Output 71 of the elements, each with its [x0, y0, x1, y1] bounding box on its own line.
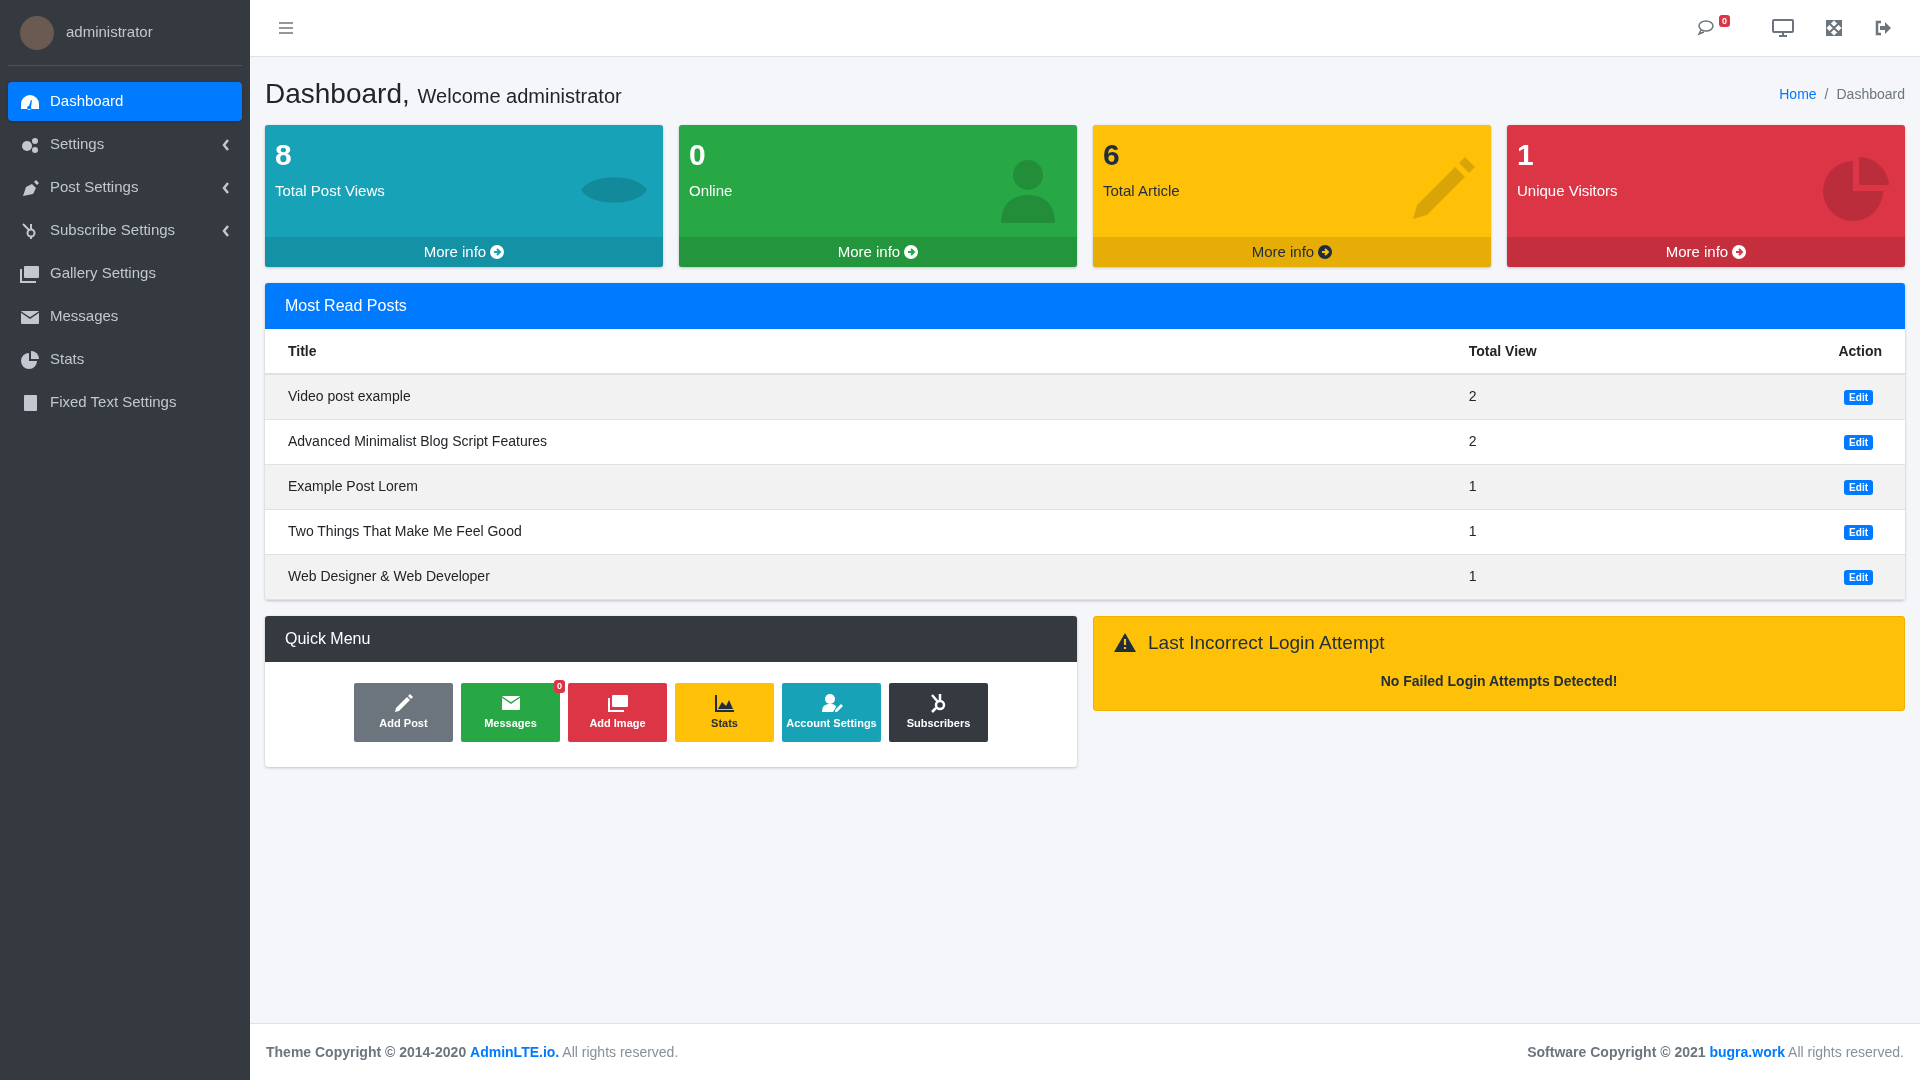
- pie-chart-icon: [20, 350, 40, 369]
- post-title-cell: Two Things That Make Me Feel Good: [265, 509, 1446, 554]
- images-icon: [20, 264, 40, 283]
- stat-value: 8: [275, 137, 292, 173]
- stat-label: Total Post Views: [275, 181, 385, 201]
- images-icon: [606, 692, 629, 713]
- arrow-circle-icon: [1318, 244, 1333, 259]
- breadcrumb-link[interactable]: Home: [1779, 83, 1817, 105]
- quick-menu-button[interactable]: Account Settings: [782, 682, 881, 742]
- more-info-link[interactable]: More info: [265, 236, 663, 267]
- edit-button[interactable]: Edit: [1844, 435, 1873, 450]
- warning-icon: [1114, 633, 1136, 653]
- stat-value: 0: [689, 137, 706, 173]
- sidebar-item[interactable]: Subscribe Settings: [8, 211, 242, 250]
- view-count-cell: 1: [1445, 509, 1703, 554]
- stat-label: Online: [689, 181, 733, 201]
- post-title-cell: Web Designer & Web Developer: [265, 554, 1446, 599]
- more-info-link[interactable]: More info: [1507, 236, 1905, 267]
- post-title-cell: Advanced Minimalist Blog Script Features: [265, 419, 1446, 464]
- stat-label: Unique Visitors: [1517, 181, 1618, 201]
- view-count-cell: 1: [1445, 554, 1703, 599]
- more-info-link[interactable]: More info: [679, 236, 1077, 267]
- more-info-link[interactable]: More info: [1093, 236, 1491, 267]
- stat-value: 1: [1517, 137, 1534, 173]
- gauge-icon: [20, 92, 40, 111]
- arrow-circle-icon: [490, 244, 505, 259]
- edit-button[interactable]: Edit: [1844, 570, 1873, 585]
- area-chart-icon: [713, 692, 736, 713]
- breadcrumb-separator: /: [1824, 84, 1829, 104]
- edit-button[interactable]: Edit: [1844, 525, 1873, 540]
- sidebar-item[interactable]: Settings: [8, 125, 242, 164]
- edit-button[interactable]: Edit: [1844, 480, 1873, 495]
- post-title-cell: Video post example: [265, 374, 1446, 419]
- pen-nib-icon: [20, 178, 40, 197]
- alert-title: Last Incorrect Login Attempt: [1148, 630, 1385, 655]
- stat-value: 6: [1103, 137, 1120, 173]
- page-title: Dashboard, Welcome administrator: [265, 77, 622, 111]
- sidebar-item[interactable]: Stats: [8, 340, 242, 379]
- sidebar-item[interactable]: Fixed Text Settings: [8, 383, 242, 422]
- arrow-circle-icon: [1732, 244, 1747, 259]
- sidebar-item[interactable]: Messages: [8, 297, 242, 336]
- stat-label: Total Article: [1103, 181, 1180, 201]
- view-count-cell: 1: [1445, 464, 1703, 509]
- post-title-cell: Example Post Lorem: [265, 464, 1446, 509]
- theme-copyright-text: Theme Copyright © 2014-2020 AdminLTE.io. All rights reserved.: [266, 1042, 679, 1062]
- adminlte-link[interactable]: AdminLTE.io.: [470, 1043, 560, 1060]
- quick-menu-button[interactable]: Subscribers: [889, 682, 988, 742]
- sidebar-item[interactable]: Gallery Settings: [8, 254, 242, 293]
- software-copyright-text: Software Copyright © 2021 bugra.work All rights reserved.: [1527, 1042, 1904, 1062]
- pencil-icon: [392, 692, 415, 713]
- notification-badge: 0: [1719, 15, 1730, 27]
- card-header: Most Read Posts: [265, 283, 1905, 329]
- author-link[interactable]: bugra.work: [1709, 1043, 1785, 1060]
- view-count-cell: 2: [1445, 374, 1703, 419]
- user-name[interactable]: administrator: [66, 21, 153, 44]
- caret-icon: [222, 224, 230, 237]
- alert-message: No Failed Login Attempts Detected!: [1379, 672, 1619, 691]
- user-pen-icon: [820, 692, 843, 713]
- sidebar-item[interactable]: Dashboard: [8, 82, 242, 121]
- caret-icon: [222, 181, 230, 194]
- edit-button[interactable]: Edit: [1844, 390, 1873, 406]
- sidebar-item[interactable]: Post Settings: [8, 168, 242, 207]
- quick-menu-button[interactable]: Add Post: [354, 682, 453, 742]
- quick-menu-button[interactable]: Stats: [675, 682, 774, 742]
- card-header: Quick Menu: [265, 615, 1077, 662]
- view-count-cell: 2: [1445, 419, 1703, 464]
- quick-menu-button[interactable]: Add Image: [568, 682, 667, 742]
- caret-icon: [222, 138, 230, 151]
- user-avatar: [20, 15, 54, 50]
- arrow-circle-icon: [904, 244, 919, 259]
- breadcrumb-item: Dashboard: [1836, 84, 1905, 104]
